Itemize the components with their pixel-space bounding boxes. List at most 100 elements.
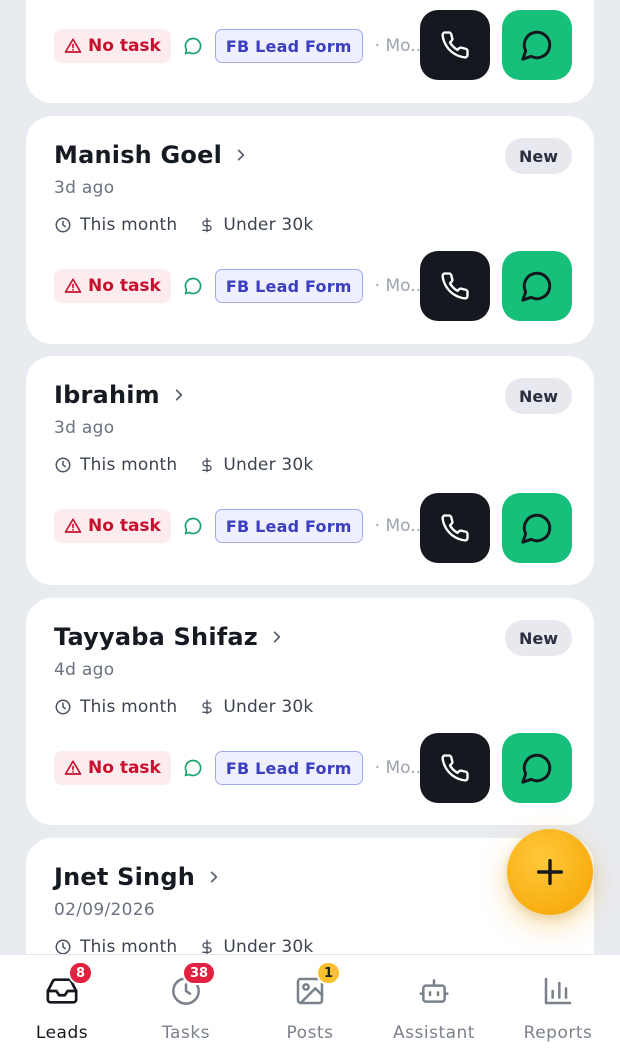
lead-meta-row: This month Under 30k — [54, 212, 335, 238]
tasks-count-badge: 38 — [182, 961, 217, 985]
chat-bubble-icon — [183, 276, 203, 296]
chevron-right-icon — [270, 630, 284, 644]
clock-icon — [55, 939, 71, 954]
lead-actions-row: No task FB Lead Form · Mo... — [54, 250, 572, 322]
budget-label: Under 30k — [223, 937, 314, 954]
add-lead-button[interactable] — [507, 829, 593, 915]
lead-time-ago: 3d ago — [54, 418, 115, 438]
lead-card[interactable]: Ibrahim New 3d ago This month Under 30k … — [26, 356, 594, 585]
lead-name[interactable]: Manish Goel — [54, 141, 222, 169]
posts-count-badge: 1 — [316, 961, 342, 985]
bot-icon — [414, 971, 454, 1011]
no-task-label: No task — [88, 276, 161, 296]
tab-tasks[interactable]: 38 Tasks — [124, 961, 248, 1047]
no-task-label: No task — [88, 516, 161, 536]
call-button[interactable] — [420, 251, 490, 321]
call-button[interactable] — [420, 733, 490, 803]
chat-bubble-icon — [183, 36, 203, 56]
no-task-badge[interactable]: No task — [54, 29, 171, 63]
source-tag: FB Lead Form — [214, 751, 363, 785]
leads-count-badge: 8 — [68, 961, 94, 985]
whatsapp-button[interactable] — [502, 251, 572, 321]
warning-icon — [64, 760, 82, 775]
bar-chart-icon — [538, 971, 578, 1011]
source-tag: FB Lead Form — [214, 509, 363, 543]
timeline-item: This month — [54, 697, 177, 717]
timeline-label: This month — [80, 455, 178, 475]
lead-name[interactable]: Tayyaba Shifaz — [54, 623, 258, 651]
budget-label: Under 30k — [223, 697, 314, 717]
budget-label: Under 30k — [223, 215, 314, 235]
message-circle-icon — [521, 271, 552, 302]
chevron-right-icon — [207, 870, 221, 884]
lead-name-row[interactable]: Jnet Singh — [54, 860, 221, 894]
more-text[interactable]: · Mo... — [375, 276, 427, 296]
call-button[interactable] — [420, 10, 490, 80]
lead-name[interactable]: Jnet Singh — [54, 863, 195, 891]
tab-label: Leads — [35, 1023, 89, 1043]
dollar-icon — [202, 457, 212, 473]
lead-card[interactable]: Manish Goel New 3d ago This month Under … — [26, 116, 594, 344]
lead-meta-row: This month Under 30k — [54, 694, 335, 720]
more-text[interactable]: · Mo... — [375, 36, 427, 56]
lead-list[interactable]: No task FB Lead Form · Mo... Manish Goel… — [0, 0, 620, 954]
budget-item: Under 30k — [199, 697, 313, 717]
lead-card[interactable]: No task FB Lead Form · Mo... — [26, 0, 594, 103]
lead-card[interactable]: Jnet Singh 02/09/2026 This month Under 3… — [26, 838, 594, 954]
status-badge[interactable]: New — [504, 378, 572, 414]
message-circle-icon — [521, 753, 552, 784]
lead-actions-row: No task FB Lead Form · Mo... — [54, 490, 572, 562]
warning-icon — [64, 278, 82, 293]
no-task-badge[interactable]: No task — [54, 751, 171, 785]
timeline-item: This month — [54, 937, 177, 954]
whatsapp-button[interactable] — [502, 733, 572, 803]
chevron-right-icon — [172, 388, 186, 402]
lead-name-row[interactable]: Tayyaba Shifaz — [54, 620, 284, 654]
timeline-label: This month — [80, 215, 178, 235]
tab-label: Tasks — [161, 1023, 211, 1043]
tab-assistant[interactable]: Assistant — [372, 967, 496, 1047]
lead-actions-row: No task FB Lead Form · Mo... — [54, 10, 572, 82]
timeline-item: This month — [54, 215, 177, 235]
clock-icon: 38 — [166, 961, 217, 1011]
lead-time-ago: 3d ago — [54, 178, 115, 198]
whatsapp-button[interactable] — [502, 493, 572, 563]
whatsapp-button[interactable] — [502, 10, 572, 80]
phone-icon — [441, 272, 469, 300]
lead-name[interactable]: Ibrahim — [54, 381, 160, 409]
no-task-label: No task — [88, 36, 161, 56]
status-badge[interactable]: New — [504, 138, 572, 174]
dollar-icon — [202, 939, 212, 954]
lead-name-row[interactable]: Ibrahim — [54, 378, 186, 412]
timeline-label: This month — [80, 937, 178, 954]
more-text[interactable]: · Mo... — [375, 758, 427, 778]
chat-bubble-icon — [183, 758, 203, 778]
phone-icon — [441, 514, 469, 542]
no-task-badge[interactable]: No task — [54, 269, 171, 303]
status-badge[interactable]: New — [504, 620, 572, 656]
budget-item: Under 30k — [199, 937, 313, 954]
lead-meta-row: This month Under 30k — [54, 452, 335, 478]
more-text[interactable]: · Mo... — [375, 516, 427, 536]
lead-card[interactable]: Tayyaba Shifaz New 4d ago This month Und… — [26, 598, 594, 825]
clock-icon — [55, 699, 71, 715]
tab-reports[interactable]: Reports — [496, 967, 620, 1047]
call-button[interactable] — [420, 493, 490, 563]
lead-name-row[interactable]: Manish Goel — [54, 138, 248, 172]
lead-actions-row: No task FB Lead Form · Mo... — [54, 732, 572, 804]
message-circle-icon — [521, 30, 552, 61]
tab-posts[interactable]: 1 Posts — [248, 961, 372, 1047]
tab-leads[interactable]: 8 Leads — [0, 961, 124, 1047]
lead-time-ago: 02/09/2026 — [54, 900, 155, 920]
no-task-badge[interactable]: No task — [54, 509, 171, 543]
dollar-icon — [202, 217, 212, 233]
budget-item: Under 30k — [199, 455, 313, 475]
source-tag: FB Lead Form — [214, 29, 363, 63]
budget-item: Under 30k — [199, 215, 313, 235]
budget-label: Under 30k — [223, 455, 314, 475]
inbox-icon: 8 — [42, 961, 94, 1011]
clock-icon — [55, 217, 71, 233]
lead-time-ago: 4d ago — [54, 660, 115, 680]
bottom-tab-bar: 8 Leads 38 Tasks 1 Posts Assistant Repor… — [0, 954, 620, 1056]
source-tag: FB Lead Form — [214, 269, 363, 303]
